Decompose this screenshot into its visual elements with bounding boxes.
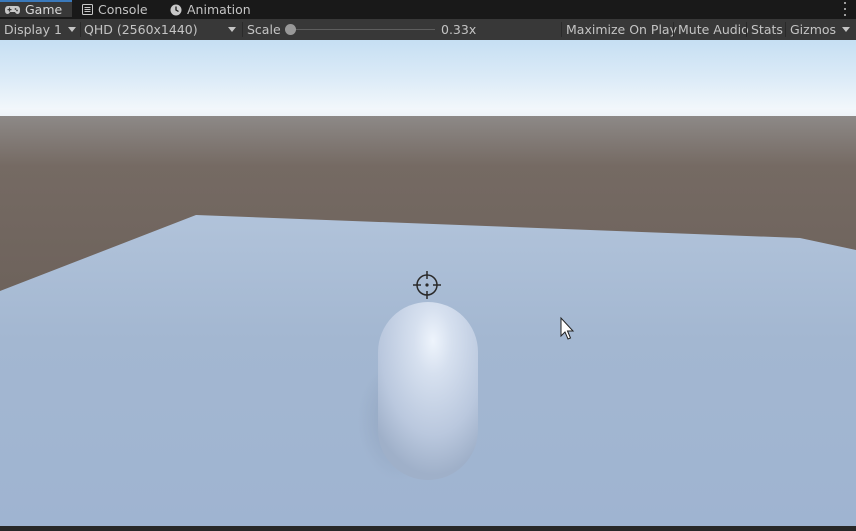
tab-game[interactable]: Game — [0, 0, 72, 17]
toolbar-divider — [242, 22, 243, 37]
gamepad-icon — [5, 5, 20, 15]
toolbar-divider — [561, 22, 562, 37]
sky — [0, 40, 856, 126]
tab-console[interactable]: Console — [82, 0, 148, 19]
toolbar-divider — [746, 22, 747, 37]
toolbar-divider — [673, 22, 674, 37]
capsule — [378, 302, 478, 480]
gizmos-dropdown-label: Gizmos — [790, 22, 837, 37]
tab-bar: Game Console Animation — [0, 0, 856, 19]
scale-label: Scale — [247, 22, 281, 37]
game-toolbar: Display 1 QHD (2560x1440) Scale 0.33x Ma… — [0, 19, 856, 40]
tab-animation[interactable]: Animation — [170, 0, 251, 19]
display-dropdown[interactable]: Display 1 — [4, 19, 78, 40]
stats-toggle[interactable]: Stats — [751, 19, 783, 40]
mute-audio-toggle[interactable]: Mute Audio — [678, 19, 749, 40]
more-options-icon[interactable] — [842, 2, 848, 16]
toolbar-divider — [785, 22, 786, 37]
scale-slider-track — [289, 29, 435, 30]
scale-slider[interactable] — [285, 24, 435, 35]
bottom-edge — [0, 526, 856, 531]
resolution-dropdown-value: QHD (2560x1440) — [84, 22, 198, 37]
animation-icon — [170, 4, 182, 16]
chevron-down-icon — [842, 27, 850, 32]
tab-animation-label: Animation — [187, 2, 251, 17]
console-icon — [82, 4, 93, 15]
gizmos-dropdown[interactable]: Gizmos — [790, 19, 852, 40]
game-viewport[interactable] — [0, 40, 856, 526]
scale-slider-thumb[interactable] — [285, 24, 296, 35]
display-dropdown-value: Display 1 — [4, 22, 63, 37]
scale-value: 0.33x — [441, 22, 477, 37]
tab-game-label: Game — [25, 2, 63, 17]
tab-console-label: Console — [98, 2, 148, 17]
resolution-dropdown[interactable]: QHD (2560x1440) — [84, 19, 238, 40]
scene-render — [0, 40, 856, 526]
chevron-down-icon — [228, 27, 236, 32]
toolbar-divider — [80, 22, 81, 37]
maximize-on-play-toggle[interactable]: Maximize On Play — [566, 19, 677, 40]
unity-game-window: Game Console Animation Display 1 QHD (25… — [0, 0, 856, 531]
chevron-down-icon — [68, 27, 76, 32]
